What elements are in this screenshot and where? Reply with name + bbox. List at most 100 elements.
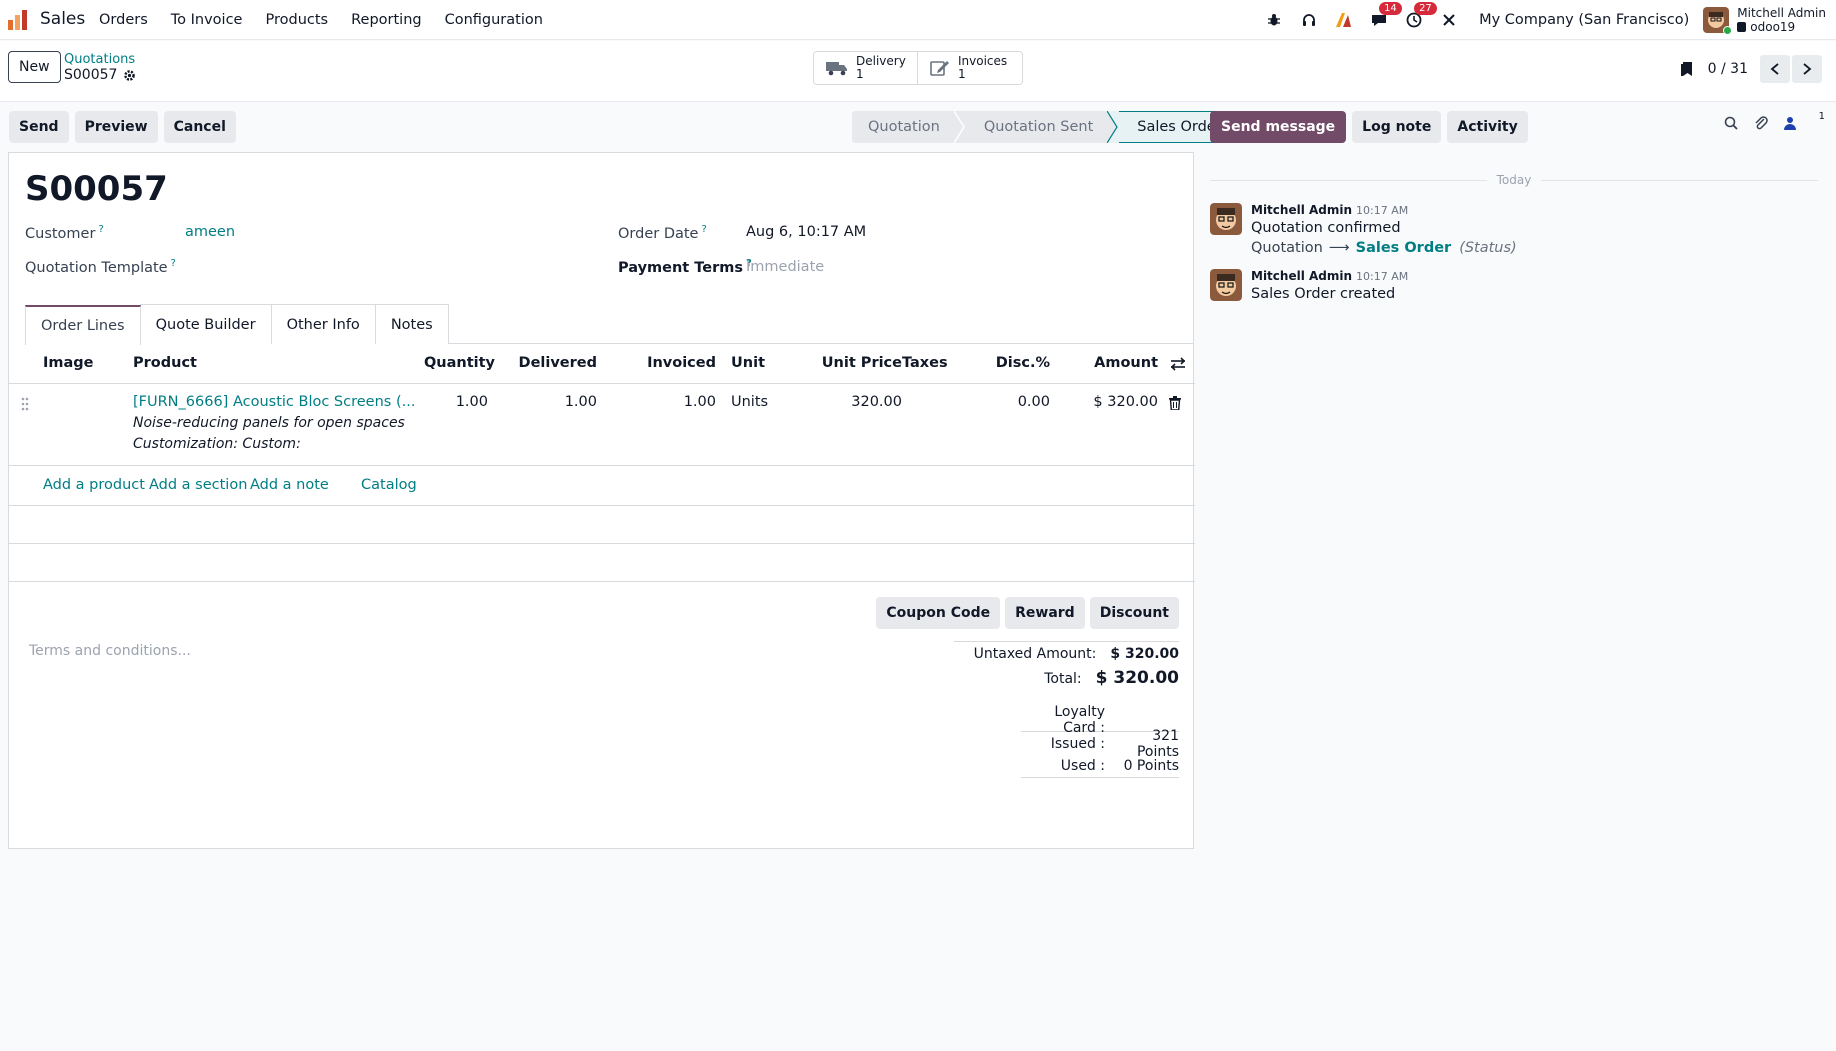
- drag-handle-icon[interactable]: [21, 397, 29, 411]
- tab-notes[interactable]: Notes: [374, 304, 449, 344]
- menu-reporting[interactable]: Reporting: [351, 12, 422, 28]
- pager-value[interactable]: 0 / 31: [1708, 61, 1748, 77]
- breadcrumb-quotations[interactable]: Quotations: [64, 52, 135, 67]
- menu-to-invoice[interactable]: To Invoice: [171, 12, 243, 28]
- search-icon[interactable]: [1724, 116, 1738, 130]
- menu-products[interactable]: Products: [265, 12, 328, 28]
- col-discount[interactable]: Disc.%: [996, 355, 1050, 371]
- stage-separator: [1107, 111, 1120, 143]
- send-message-button[interactable]: Send message: [1210, 111, 1347, 143]
- payment-terms-label: Payment Terms?: [618, 258, 752, 276]
- invoices-count: 1: [958, 67, 966, 81]
- user-menu[interactable]: Mitchell Admin odoo19: [1703, 6, 1826, 35]
- send-button[interactable]: Send: [9, 111, 69, 143]
- col-invoiced[interactable]: Invoiced: [647, 355, 716, 371]
- author-avatar[interactable]: [1210, 203, 1242, 235]
- followers-icon[interactable]: 1: [1783, 111, 1825, 130]
- total-value: $ 320.00: [1095, 668, 1179, 688]
- gear-icon[interactable]: [123, 69, 136, 82]
- table-row[interactable]: [FURN_6666] Acoustic Bloc Screens (... N…: [9, 384, 1195, 466]
- add-section-link[interactable]: Add a section: [149, 477, 247, 493]
- bug-icon[interactable]: [1264, 10, 1284, 30]
- bookmark-icon[interactable]: [1680, 61, 1694, 77]
- app-name[interactable]: Sales: [40, 9, 85, 29]
- cancel-button[interactable]: Cancel: [163, 111, 236, 143]
- col-unit-price[interactable]: Unit Price: [822, 355, 902, 371]
- line-quantity[interactable]: 1.00: [456, 394, 488, 410]
- message-author[interactable]: Mitchell Admin: [1251, 269, 1352, 283]
- line-discount[interactable]: 0.00: [1018, 394, 1050, 410]
- column-settings-icon[interactable]: [1170, 357, 1186, 371]
- form-action-buttons: Send Preview Cancel: [9, 111, 242, 143]
- quotation-template-field[interactable]: [185, 253, 585, 279]
- log-note-button[interactable]: Log note: [1352, 111, 1442, 143]
- col-unit[interactable]: Unit: [731, 355, 765, 371]
- col-delivered[interactable]: Delivered: [519, 355, 597, 371]
- col-taxes[interactable]: Taxes: [902, 355, 948, 371]
- chatter-message: Mitchell Admin 10:17 AM Sales Order creat…: [1210, 269, 1408, 302]
- pager-next-button[interactable]: [1792, 55, 1822, 83]
- sales-app-icon[interactable]: [7, 9, 29, 31]
- preview-button[interactable]: Preview: [74, 111, 158, 143]
- headset-icon[interactable]: [1299, 10, 1319, 30]
- systray: 14 27 My Company (San Francisco) Mitchel…: [1249, 0, 1836, 40]
- invoices-smart-button[interactable]: Invoices 1: [918, 52, 1022, 84]
- help-tooltip-icon[interactable]: ?: [701, 224, 706, 235]
- loyalty-card-label: Loyalty Card :: [1054, 704, 1105, 736]
- customer-field[interactable]: ameen: [185, 224, 235, 240]
- add-note-link[interactable]: Add a note: [250, 477, 329, 493]
- chatter-tools: 1: [1708, 111, 1825, 131]
- delivery-smart-button[interactable]: Delivery 1: [814, 52, 918, 84]
- totals: Untaxed Amount: $ 320.00 Total: $ 320.00: [954, 641, 1179, 688]
- line-unit-price[interactable]: 320.00: [851, 394, 902, 410]
- pencil-square-icon: [930, 61, 949, 76]
- order-date-field[interactable]: Aug 6, 10:17 AM: [746, 224, 866, 240]
- new-button[interactable]: New: [8, 51, 61, 83]
- add-product-link[interactable]: Add a product: [43, 477, 145, 493]
- messages-icon[interactable]: 14: [1369, 2, 1402, 30]
- ai-icon[interactable]: [1334, 10, 1354, 30]
- terms-and-conditions-field[interactable]: Terms and conditions...: [29, 643, 191, 659]
- stage-quotation-sent[interactable]: Quotation Sent: [965, 111, 1108, 143]
- line-delivered[interactable]: 1.00: [565, 394, 597, 410]
- chatter-actions: Send message Log note Activity: [1210, 111, 1534, 143]
- activity-clock-icon[interactable]: 27: [1404, 2, 1437, 30]
- loyalty-used-label: Used :: [1060, 758, 1105, 774]
- paperclip-icon[interactable]: [1754, 115, 1768, 131]
- reward-button[interactable]: Reward: [1005, 597, 1085, 629]
- catalog-link[interactable]: Catalog: [361, 477, 417, 493]
- arrow-right-icon: ⟶: [1328, 240, 1350, 256]
- pager-previous-button[interactable]: [1760, 55, 1790, 83]
- loyalty-issued-value: 321 Points: [1136, 727, 1179, 760]
- help-tooltip-icon[interactable]: ?: [171, 258, 176, 269]
- tab-other-info[interactable]: Other Info: [270, 304, 376, 344]
- activity-button[interactable]: Activity: [1447, 111, 1528, 143]
- col-quantity[interactable]: Quantity: [424, 355, 495, 371]
- col-product[interactable]: Product: [133, 355, 197, 371]
- col-image[interactable]: Image: [43, 355, 94, 371]
- menu-configuration[interactable]: Configuration: [445, 12, 543, 28]
- database-icon: [1737, 22, 1747, 32]
- help-tooltip-icon[interactable]: ?: [98, 224, 103, 235]
- user-name: Mitchell Admin: [1737, 6, 1826, 20]
- discount-button[interactable]: Discount: [1089, 597, 1179, 629]
- author-avatar[interactable]: [1210, 269, 1242, 301]
- date-separator-label: Today: [1496, 173, 1532, 187]
- breadcrumb-current: S00057: [64, 67, 136, 83]
- trash-icon[interactable]: [1169, 396, 1181, 410]
- followers-count: 1: [1818, 110, 1825, 122]
- tab-quote-builder[interactable]: Quote Builder: [139, 304, 272, 344]
- line-invoiced[interactable]: 1.00: [684, 394, 716, 410]
- company-switcher[interactable]: My Company (San Francisco): [1479, 12, 1689, 28]
- tab-order-lines[interactable]: Order Lines: [25, 305, 141, 345]
- menu-orders[interactable]: Orders: [99, 12, 148, 28]
- date-separator: Today: [1210, 170, 1818, 190]
- payment-terms-field[interactable]: Immediate: [746, 259, 824, 275]
- line-unit[interactable]: Units: [731, 394, 768, 410]
- line-product[interactable]: [FURN_6666] Acoustic Bloc Screens (...: [133, 394, 415, 410]
- col-amount[interactable]: Amount: [1094, 355, 1158, 371]
- stage-quotation[interactable]: Quotation: [852, 111, 954, 143]
- message-author[interactable]: Mitchell Admin: [1251, 203, 1352, 217]
- tools-icon[interactable]: [1439, 10, 1459, 30]
- coupon-code-button[interactable]: Coupon Code: [876, 597, 1001, 629]
